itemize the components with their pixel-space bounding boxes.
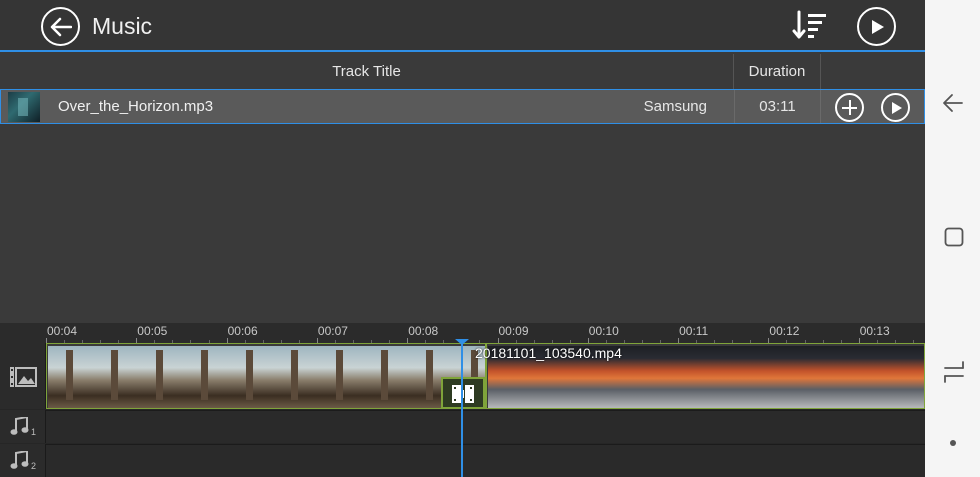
play-icon (872, 20, 884, 34)
audio-track-number: 1 (31, 427, 37, 437)
transition-icon (452, 385, 474, 403)
transition-button[interactable] (441, 377, 485, 409)
clip-frame-thumbnail (93, 346, 138, 408)
ruler-time-label: 00:09 (498, 324, 529, 338)
track-title: Over_the_Horizon.mp3 (58, 98, 214, 115)
audio-track-1-header: 1 (0, 410, 46, 443)
add-track-button[interactable] (835, 93, 864, 122)
sort-button[interactable] (792, 9, 828, 43)
clip-frame-thumbnail (273, 346, 318, 408)
video-clip-1[interactable] (46, 343, 486, 409)
video-track-icon (10, 367, 37, 387)
clip-frame-thumbnail (623, 346, 668, 408)
clip-frame-thumbnail (228, 346, 273, 408)
clip-frame-thumbnail (183, 346, 228, 408)
audio-track-2[interactable] (46, 444, 925, 477)
clip-frame-thumbnail (318, 346, 363, 408)
ruler-time-label: 00:10 (588, 324, 619, 338)
nav-dot-icon[interactable] (949, 439, 957, 447)
clip-frame-thumbnail (893, 346, 924, 408)
preview-track-button[interactable] (881, 93, 910, 122)
audio-track-number: 2 (31, 461, 37, 471)
table-header: Track Title Duration (0, 54, 925, 89)
clip-frame-thumbnail (668, 346, 713, 408)
page-title: Music (92, 13, 153, 39)
ruler-time-label: 00:06 (227, 324, 258, 338)
nav-recents-icon[interactable] (944, 227, 964, 247)
back-button[interactable] (41, 7, 80, 46)
top-bar: Music (0, 0, 925, 52)
sort-icon (792, 10, 826, 39)
audio-track-2-header: 2 (0, 444, 46, 477)
play-icon (892, 102, 902, 114)
ruler-time-label: 00:13 (859, 324, 890, 338)
clip-frame-thumbnail (363, 346, 408, 408)
ruler-time-label: 00:12 (769, 324, 800, 338)
video-track[interactable]: 20181101_103540.mp4 (46, 343, 925, 409)
nav-home-icon[interactable] (943, 361, 965, 383)
clip-frame-thumbnail (848, 346, 893, 408)
clip-frame-thumbnail (48, 346, 93, 408)
video-track-header (0, 343, 46, 409)
ruler-time-label: 00:08 (408, 324, 439, 338)
ruler-time-label: 00:07 (317, 324, 348, 338)
audio-track-1[interactable] (46, 410, 925, 443)
play-all-button[interactable] (857, 7, 896, 46)
ruler-time-label: 00:05 (137, 324, 168, 338)
table-row[interactable]: Over_the_Horizon.mp3 Samsung 03:11 (0, 89, 925, 124)
track-artist: Samsung (643, 98, 707, 115)
column-header-duration[interactable]: Duration (734, 54, 821, 89)
clip-frame-thumbnail (758, 346, 803, 408)
playhead[interactable] (461, 340, 463, 477)
ruler-time-label: 00:11 (679, 324, 709, 338)
app-root: Music Track Title Duration Over_the_Hori… (0, 0, 980, 477)
track-duration: 03:11 (734, 90, 821, 123)
clip-frame-thumbnail (803, 346, 848, 408)
clip-frame-thumbnail (713, 346, 758, 408)
back-arrow-icon (50, 17, 72, 37)
track-thumbnail (8, 92, 40, 122)
clip-frame-thumbnail (138, 346, 183, 408)
system-nav-bar (925, 0, 980, 477)
ruler-time-label: 00:04 (47, 324, 78, 338)
timeline[interactable]: 00:04 00:05 00:06 00:07 00:08 00:09 00:10 00:11… (0, 323, 932, 477)
nav-back-icon[interactable] (942, 93, 964, 113)
clip-filename: 20181101_103540.mp4 (475, 345, 622, 361)
column-header-track-title[interactable]: Track Title (0, 54, 734, 89)
